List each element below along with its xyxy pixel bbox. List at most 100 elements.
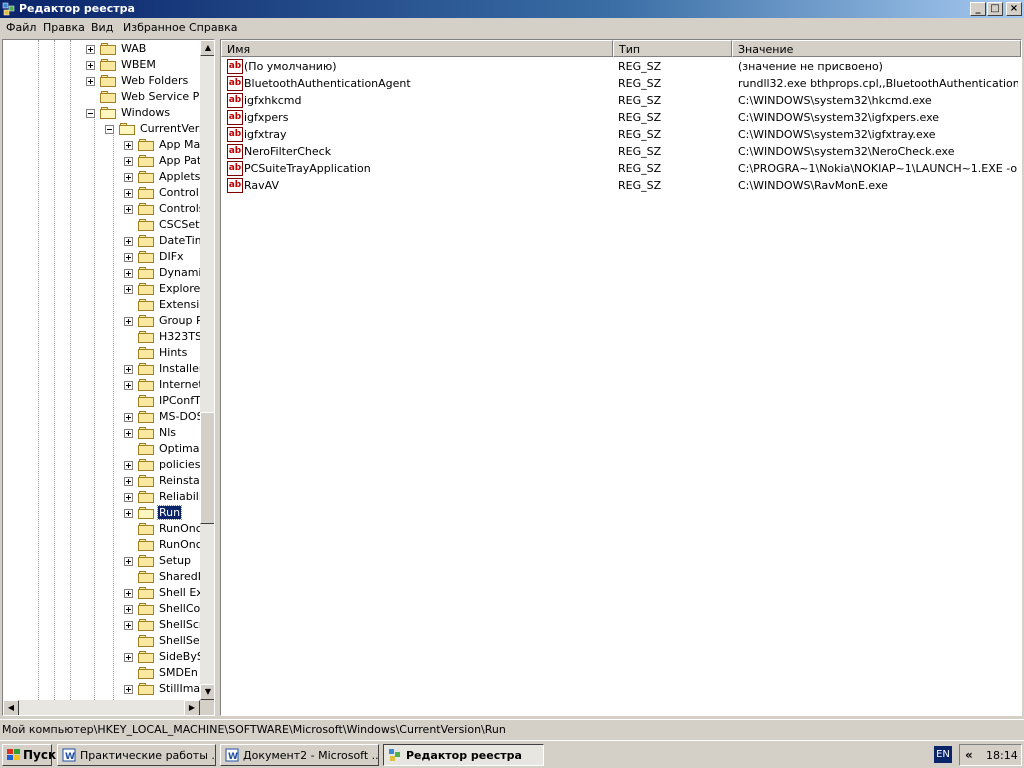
scroll-left-button[interactable]: ◀ (3, 700, 19, 715)
expand-icon[interactable] (124, 285, 133, 294)
tree-item[interactable]: Group Po (3, 313, 209, 329)
clock[interactable]: 18:14 (986, 749, 1018, 762)
value-row[interactable]: ab BluetoothAuthenticationAgent REG_SZ rund… (221, 75, 1021, 92)
tree-item[interactable]: OptimalL (3, 441, 209, 457)
collapse-icon[interactable] (105, 125, 114, 134)
expand-icon[interactable] (124, 477, 133, 486)
menu-edit[interactable]: Правка (43, 21, 85, 34)
scroll-right-button[interactable]: ▶ (184, 700, 200, 715)
menu-file[interactable]: Файл (6, 21, 36, 34)
expand-icon[interactable] (124, 685, 133, 694)
tree-item[interactable]: MS-DOS (3, 409, 204, 425)
tree-item[interactable]: ShellScra (3, 617, 210, 633)
column-type-header[interactable]: Тип (613, 40, 732, 57)
tree-item[interactable]: Explorer (3, 281, 205, 297)
tree-item[interactable]: H323TSP (3, 329, 209, 345)
tree-item[interactable]: Reinstall (3, 473, 206, 489)
expand-icon[interactable] (124, 509, 133, 518)
expand-icon[interactable] (124, 557, 133, 566)
scroll-down-button[interactable]: ▼ (200, 684, 214, 700)
expand-icon[interactable] (124, 461, 133, 470)
tree-item[interactable]: Windows (3, 105, 200, 121)
expand-icon[interactable] (86, 77, 95, 86)
expand-icon[interactable] (124, 365, 133, 374)
menu-help[interactable]: Справка (189, 21, 237, 34)
expand-icon[interactable] (124, 381, 133, 390)
tree-item[interactable]: CurrentVers (3, 121, 205, 137)
value-row[interactable]: ab igfxhkcmd REG_SZ C:\WINDOWS\system32\hkc… (221, 92, 1021, 109)
tree-item[interactable]: Run (3, 505, 200, 521)
task-word-1[interactable]: W Практические работы ... (57, 744, 216, 766)
tree-item[interactable]: DateTim (3, 233, 205, 249)
value-row[interactable]: ab igfxtray REG_SZ C:\WINDOWS\system32\igfx… (221, 126, 1021, 143)
tree-item[interactable]: Nls (3, 425, 200, 441)
menu-view[interactable]: Вид (91, 21, 113, 34)
tree-item[interactable]: RunOnce (3, 537, 209, 553)
expand-icon[interactable] (124, 173, 133, 182)
scroll-thumb[interactable] (200, 412, 214, 524)
menu-favorites[interactable]: Избранное (123, 21, 185, 34)
tree-item[interactable]: App Path (3, 153, 208, 169)
tree-item[interactable]: CSCSett (3, 217, 204, 233)
expand-icon[interactable] (124, 157, 133, 166)
expand-icon[interactable] (86, 61, 95, 70)
expand-icon[interactable] (124, 413, 133, 422)
value-row[interactable]: ab RavAV REG_SZ C:\WINDOWS\RavMonE.exe (221, 177, 1021, 194)
expand-icon[interactable] (86, 45, 95, 54)
expand-icon[interactable] (124, 205, 133, 214)
tree-item[interactable]: Web Folders (3, 73, 200, 89)
expand-icon[interactable] (124, 237, 133, 246)
tree-item[interactable]: Internet (3, 377, 203, 393)
tree-item[interactable]: Applets (3, 169, 200, 185)
tree-item[interactable]: App Man (3, 137, 207, 153)
expand-icon[interactable] (124, 605, 133, 614)
expand-icon[interactable] (124, 189, 133, 198)
maximize-button[interactable]: □ (987, 2, 1003, 16)
tree-item[interactable]: Shell Ext (3, 585, 207, 601)
tree-item[interactable]: SMDEn (3, 665, 200, 681)
tree-item[interactable]: StillImag (3, 681, 207, 697)
value-row[interactable]: ab (По умолчанию) REG_SZ (значение не присв… (221, 58, 1021, 75)
tree-item[interactable]: DIFx (3, 249, 200, 265)
start-button[interactable]: Пуск (2, 744, 56, 766)
tree-item[interactable]: RunOnce (3, 521, 209, 537)
column-value-header[interactable]: Значение (732, 40, 1021, 57)
collapse-icon[interactable] (86, 109, 95, 118)
expand-icon[interactable] (124, 589, 133, 598)
expand-icon[interactable] (124, 493, 133, 502)
value-row[interactable]: ab NeroFilterCheck REG_SZ C:\WINDOWS\system… (221, 143, 1021, 160)
close-button[interactable]: × (1006, 2, 1022, 16)
expand-icon[interactable] (124, 269, 133, 278)
tree-vertical-scrollbar[interactable]: ▲ ▼ (200, 40, 214, 700)
expand-icon[interactable] (124, 429, 133, 438)
expand-icon[interactable] (124, 253, 133, 262)
scroll-up-button[interactable]: ▲ (200, 40, 214, 56)
tree-item[interactable]: Hints (3, 345, 200, 361)
tree-item[interactable]: Control I (3, 185, 206, 201)
tree-item[interactable]: SideBySi (3, 649, 207, 665)
value-row[interactable]: ab igfxpers REG_SZ C:\WINDOWS\system32\igfx… (221, 109, 1021, 126)
minimize-button[interactable]: _ (970, 2, 986, 16)
tree-item[interactable]: Controls (3, 201, 205, 217)
tree-item[interactable]: Web Service Pro (3, 89, 210, 105)
tree-item[interactable]: SharedD (3, 569, 206, 585)
tree-item[interactable]: WBEM (3, 57, 200, 73)
tree-item[interactable]: Reliabilit (3, 489, 206, 505)
expand-icon[interactable] (124, 141, 133, 150)
value-row[interactable]: ab PCSuiteTrayApplication REG_SZ C:\PROGRA~… (221, 160, 1021, 177)
tree-item[interactable]: WAB (3, 41, 200, 57)
registry-tree[interactable]: WAB WBEM Web Folders Web Service Pro Windows… (2, 39, 215, 716)
tray-expand-icon[interactable]: « (965, 748, 973, 762)
task-regedit[interactable]: Редактор реестра (383, 744, 544, 766)
tree-item[interactable]: Setup (3, 553, 200, 569)
expand-icon[interactable] (124, 317, 133, 326)
values-list[interactable]: Имя Тип Значение ab (По умолчанию) REG_SZ(… (220, 39, 1022, 716)
tree-item[interactable]: Extensic (3, 297, 205, 313)
tree-item[interactable]: IPConfT (3, 393, 201, 409)
task-word-2[interactable]: W Документ2 - Microsoft ... (220, 744, 379, 766)
column-name-header[interactable]: Имя (221, 40, 613, 57)
tree-item[interactable]: ShellServ (3, 633, 211, 649)
language-indicator[interactable]: EN (934, 746, 952, 763)
tree-horizontal-scrollbar[interactable]: ◀ ▶ (3, 700, 200, 715)
tree-item[interactable]: Installer (3, 361, 203, 377)
